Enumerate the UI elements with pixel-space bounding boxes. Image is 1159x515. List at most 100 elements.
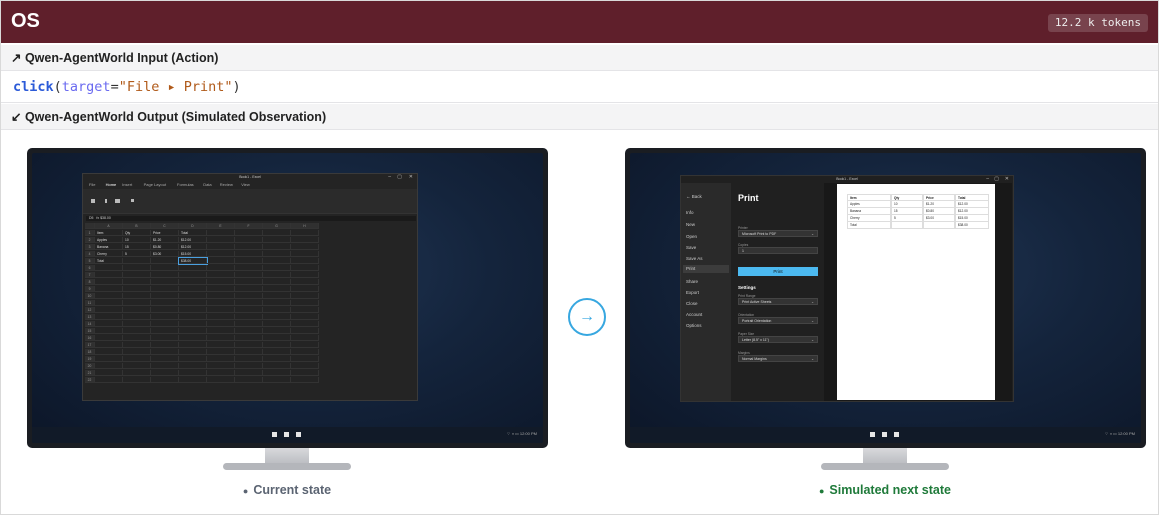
maximize-icon[interactable]: ▢ [994,176,999,182]
row-header[interactable]: 18 [85,349,95,355]
grid-cell[interactable] [95,363,123,369]
close-icon[interactable]: ✕ [1005,176,1009,182]
ribbon-tab-view[interactable]: View [241,182,250,187]
grid-cell[interactable] [291,321,319,327]
grid-cell[interactable] [263,237,291,243]
grid-cell[interactable]: $1.20 [151,237,179,243]
grid-cell[interactable] [291,342,319,348]
nav-item-new[interactable]: New [686,222,695,227]
column-header[interactable]: C [151,223,179,229]
nav-item-options[interactable]: Options [686,323,702,328]
grid-cell[interactable] [179,370,207,376]
grid-cell[interactable] [207,272,235,278]
grid-cell[interactable] [95,286,123,292]
grid-cell[interactable] [235,335,263,341]
column-header[interactable]: H [291,223,319,229]
grid-cell[interactable] [263,286,291,292]
nav-item-close[interactable]: Close [686,301,698,306]
grid-cell[interactable] [207,377,235,383]
grid-cell[interactable] [207,349,235,355]
grid-cell[interactable] [207,265,235,271]
start-icon[interactable] [272,432,277,437]
grid-cell[interactable] [263,251,291,257]
grid-cell[interactable] [207,342,235,348]
grid-cell[interactable] [291,237,319,243]
grid-cell[interactable] [291,272,319,278]
grid-cell[interactable] [235,230,263,236]
clipboard-icon[interactable] [91,199,95,203]
minimize-icon[interactable]: – [986,176,989,182]
grid-cell[interactable] [207,293,235,299]
grid-cell[interactable]: 10 [123,237,151,243]
grid-cell[interactable] [179,293,207,299]
grid-cell[interactable] [151,349,179,355]
nav-item-account[interactable]: Account [686,312,702,317]
copies-input[interactable]: 1 [738,247,818,254]
column-header[interactable]: G [263,223,291,229]
grid-cell[interactable] [179,321,207,327]
grid-cell[interactable] [263,230,291,236]
setting-select[interactable]: Portrait Orientation ⌄ [738,317,818,324]
grid-cell[interactable] [179,300,207,306]
grid-cell[interactable] [123,335,151,341]
grid-cell[interactable] [151,307,179,313]
grid-cell[interactable] [95,356,123,362]
row-header[interactable]: 10 [85,293,95,299]
grid-cell[interactable] [291,370,319,376]
column-header[interactable]: E [207,223,235,229]
ribbon-tab-page-layout[interactable]: Page Layout [144,182,166,187]
grid-cell[interactable] [235,349,263,355]
grid-cell[interactable]: Qty [123,230,151,236]
row-header[interactable]: 11 [85,300,95,306]
grid-cell[interactable] [123,342,151,348]
grid-cell[interactable] [179,342,207,348]
grid-cell[interactable] [207,321,235,327]
ribbon-tab-file[interactable]: File [89,182,95,187]
grid-cell[interactable] [95,321,123,327]
grid-cell[interactable] [95,342,123,348]
grid-cell[interactable] [123,377,151,383]
grid-cell[interactable] [207,335,235,341]
grid-cell[interactable]: Item [95,230,123,236]
grid-cell[interactable] [291,349,319,355]
grid-cell[interactable] [179,314,207,320]
grid-cell[interactable] [207,300,235,306]
grid-cell[interactable] [263,307,291,313]
grid-cell[interactable] [263,314,291,320]
nav-item-save-as[interactable]: Save As [686,256,703,261]
grid-cell[interactable] [291,307,319,313]
grid-cell[interactable] [123,363,151,369]
name-box[interactable]: D5 [89,216,93,220]
row-header[interactable]: 14 [85,321,95,327]
grid-cell[interactable] [151,356,179,362]
grid-cell[interactable] [123,272,151,278]
nav-item-save[interactable]: Save [686,245,696,250]
grid-cell[interactable] [207,286,235,292]
grid-cell[interactable] [179,307,207,313]
grid-cell[interactable] [95,307,123,313]
font-icon[interactable] [115,199,120,203]
grid-cell[interactable] [291,314,319,320]
grid-cell[interactable]: 15 [123,244,151,250]
grid-cell[interactable] [95,314,123,320]
column-header[interactable]: F [235,223,263,229]
grid-cell[interactable] [291,356,319,362]
nav-item-info[interactable]: Info [686,210,694,215]
grid-cell[interactable] [235,258,263,264]
grid-cell[interactable] [123,286,151,292]
grid-cell[interactable] [291,244,319,250]
grid-cell[interactable] [151,286,179,292]
grid-cell[interactable] [263,328,291,334]
excel-taskbar-icon[interactable] [296,432,301,437]
row-header[interactable]: 2 [85,237,95,243]
grid-cell[interactable] [263,321,291,327]
row-header[interactable]: 7 [85,272,95,278]
grid-cell[interactable] [291,363,319,369]
grid-cell[interactable] [95,265,123,271]
grid-cell[interactable] [123,300,151,306]
grid-cell[interactable] [179,328,207,334]
grid-cell[interactable]: Banana [95,244,123,250]
row-header[interactable]: 13 [85,314,95,320]
grid-cell[interactable]: $12.00 [179,237,207,243]
setting-select[interactable]: Print Active Sheets ⌄ [738,298,818,305]
